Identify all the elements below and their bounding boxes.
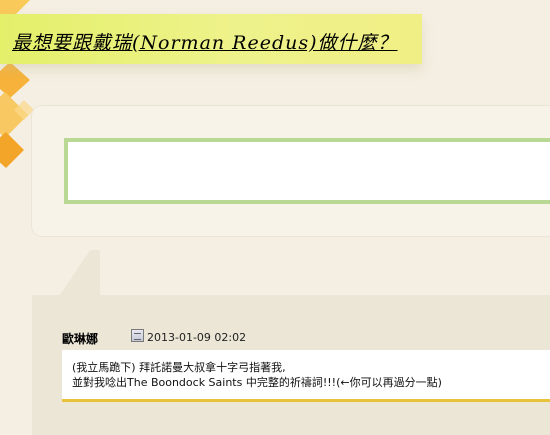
page-title[interactable]: 最想要跟戴瑞(Norman Reedus)做什麼？: [12, 28, 398, 55]
title-banner: 最想要跟戴瑞(Norman Reedus)做什麼？: [0, 14, 422, 64]
article-content-box: [64, 138, 550, 204]
fold-decoration: [60, 250, 100, 295]
comment-date: 2013-01-09 02:02: [147, 331, 247, 344]
comment-line: (我立馬跪下) 拜託諾曼大叔拿十字弓指著我,: [72, 361, 286, 374]
comment-line: 並對我唸出The Boondock Saints 中完整的祈禱詞!!!(←你可以…: [72, 376, 442, 389]
calendar-icon: [131, 329, 144, 342]
comment-author[interactable]: 歐琳娜: [62, 330, 98, 347]
comment-body: (我立馬跪下) 拜託諾曼大叔拿十字弓指著我, 並對我唸出The Boondock…: [62, 350, 550, 402]
